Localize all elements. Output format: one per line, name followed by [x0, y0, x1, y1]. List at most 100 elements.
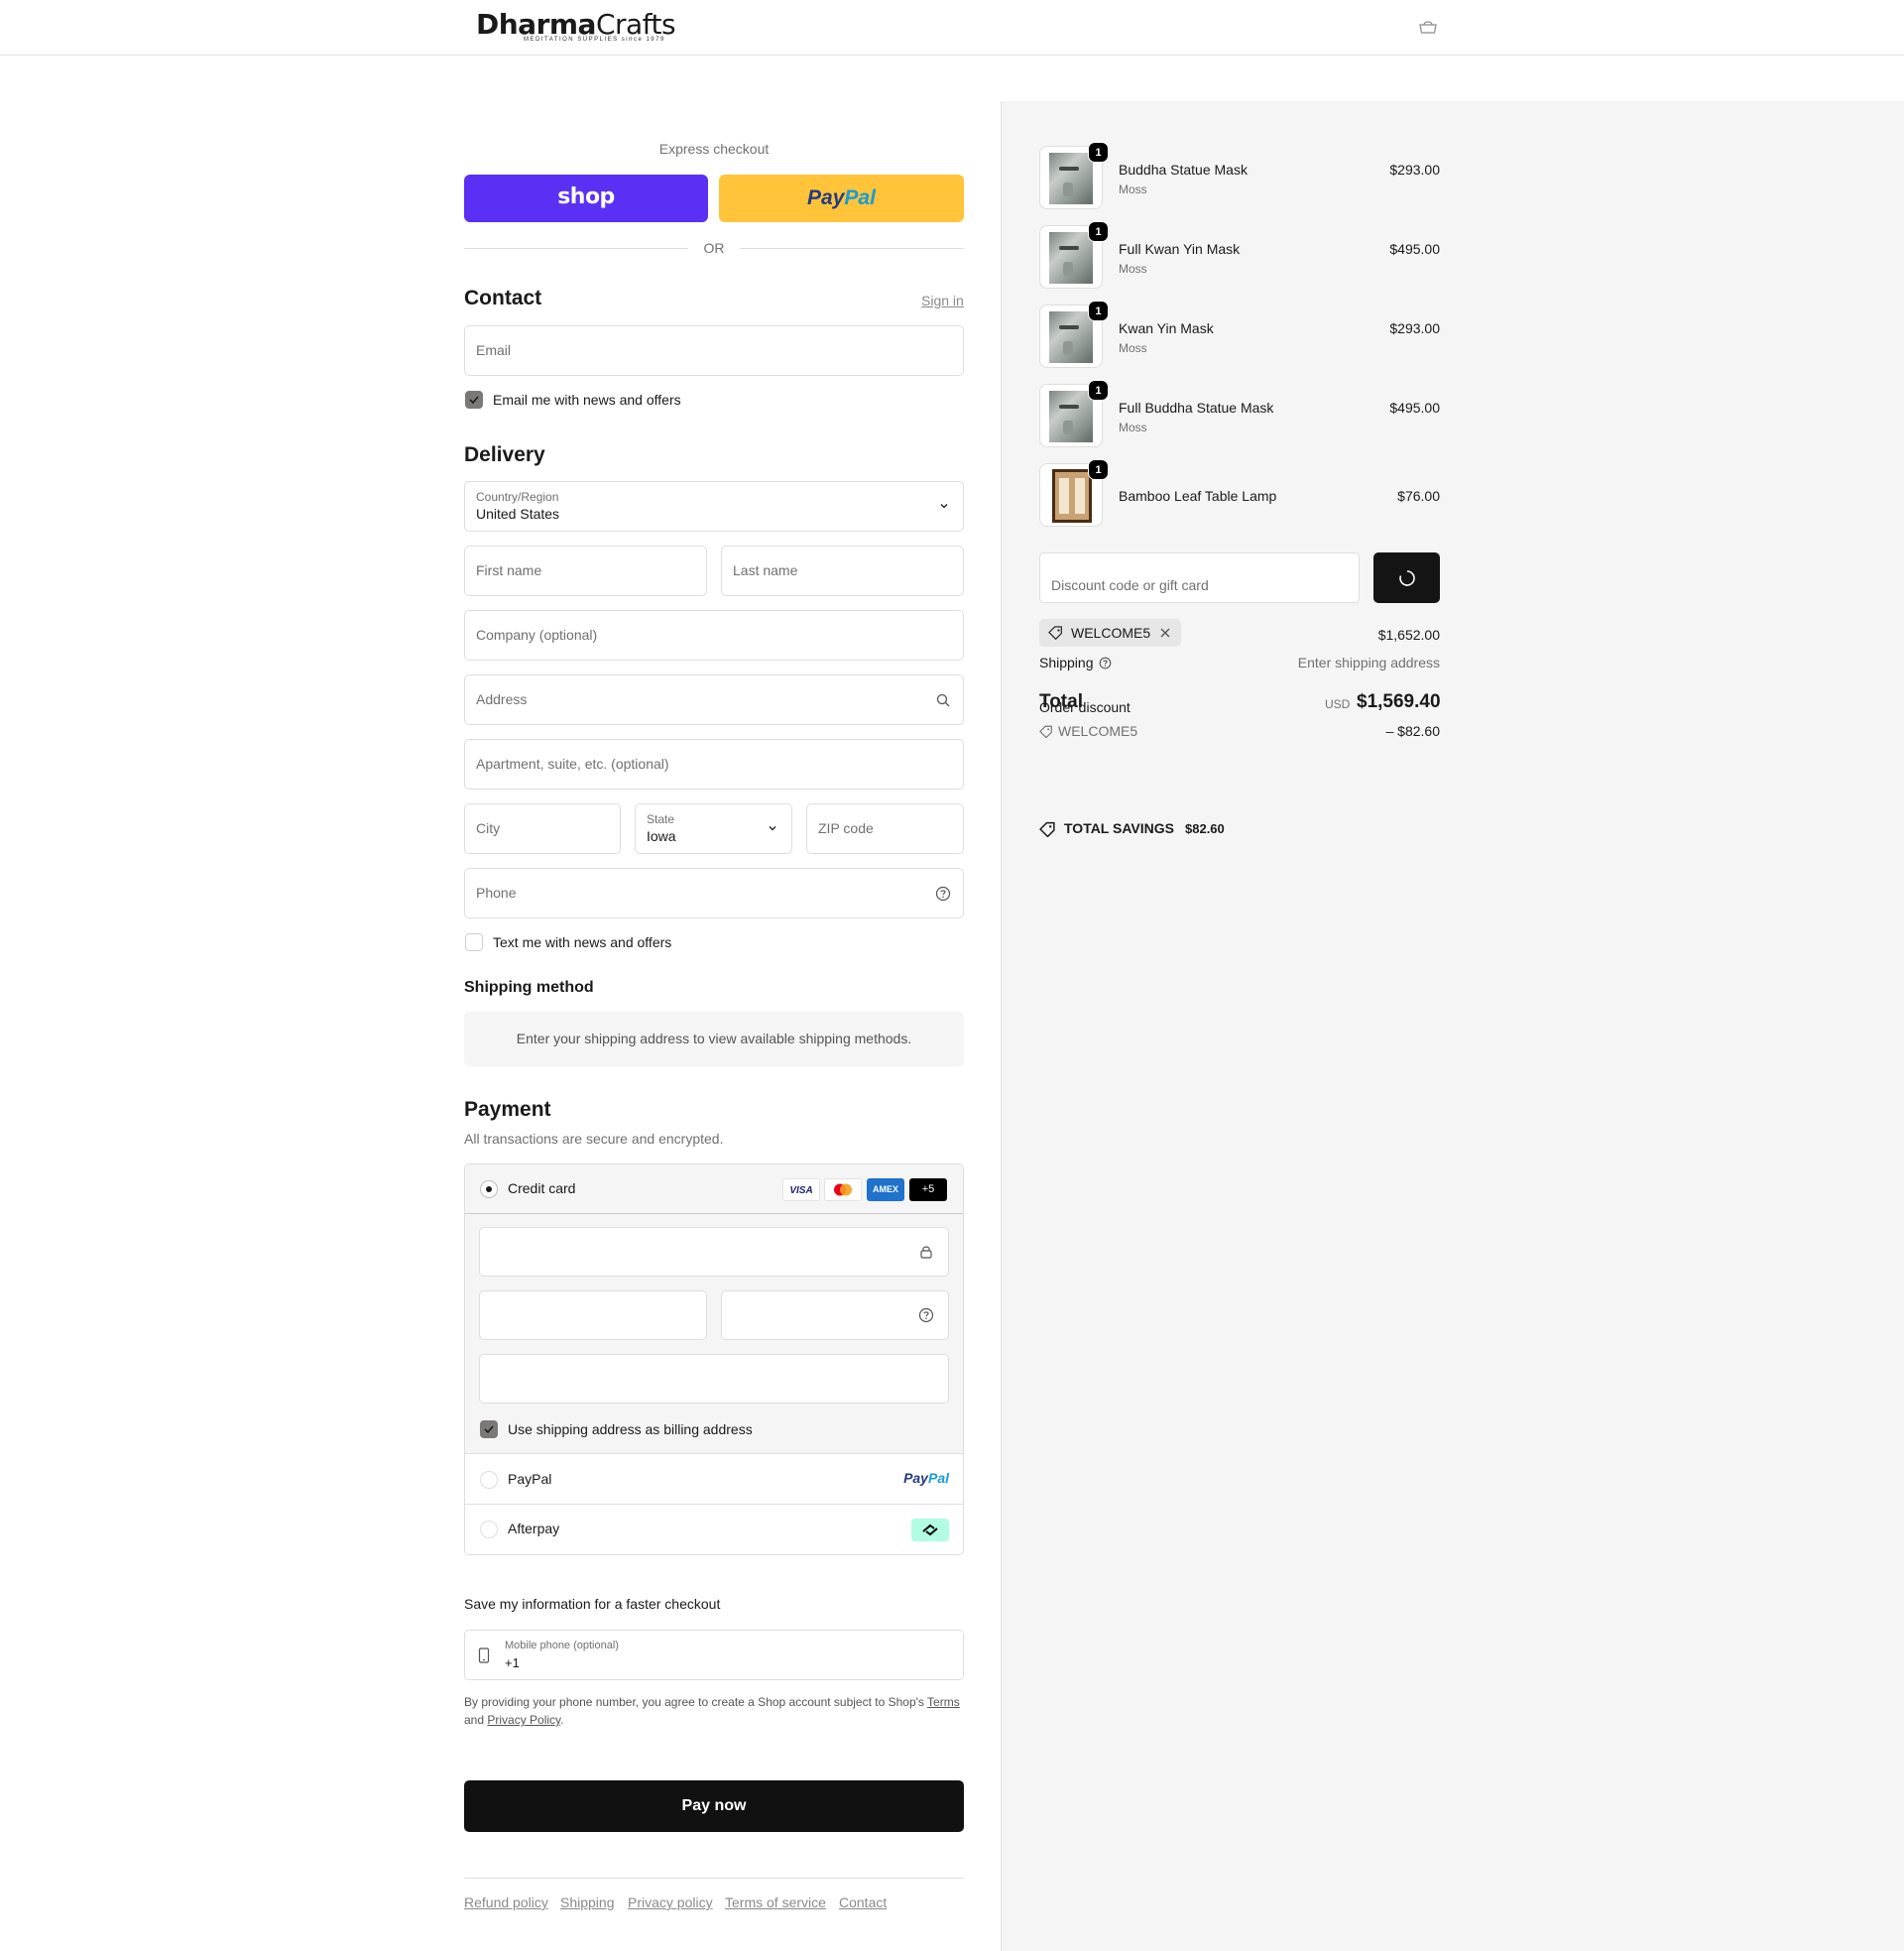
paypal-express-button[interactable]: PayPal [719, 175, 964, 222]
expiry-field[interactable] [479, 1290, 707, 1340]
currency-code: USD [1325, 697, 1351, 711]
pay-now-button[interactable]: Pay now [464, 1780, 964, 1832]
email-field[interactable]: Email [464, 325, 964, 376]
mobile-phone-field[interactable]: Mobile phone (optional) +1 [464, 1630, 964, 1680]
bag-icon[interactable] [1418, 20, 1438, 34]
total-amount: $1,569.40 [1357, 691, 1441, 712]
store-logo[interactable]: DharmaCrafts MEDITATION SUPPLIES since 1… [476, 10, 676, 44]
payment-subtitle: All transactions are secure and encrypte… [464, 1131, 724, 1147]
site-header: DharmaCrafts MEDITATION SUPPLIES since 1… [0, 0, 1904, 56]
item-price: $495.00 [1389, 241, 1440, 257]
shipping-label: Shipping [1039, 655, 1094, 671]
last-name-placeholder: Last name [733, 562, 798, 578]
refund-policy-link[interactable]: Refund policy [464, 1894, 548, 1910]
card-number-field[interactable] [479, 1227, 949, 1277]
terms-link[interactable]: Terms [927, 1695, 960, 1709]
tag-icon [1048, 626, 1062, 640]
payment-methods: Credit card VISA AMEX +5 Use shipping ad… [464, 1163, 964, 1555]
credit-card-radio[interactable] [480, 1180, 498, 1198]
paypal-option[interactable]: PayPal PayPal [465, 1455, 963, 1505]
city-field[interactable]: City [464, 803, 621, 854]
address-placeholder: Address [476, 691, 528, 707]
afterpay-label: Afterpay [508, 1521, 560, 1536]
privacy-policy-link[interactable]: Privacy Policy [487, 1713, 560, 1727]
quantity-badge: 1 [1088, 380, 1109, 401]
email-placeholder: Email [476, 342, 512, 358]
city-placeholder: City [476, 820, 501, 836]
text-news-checkbox[interactable] [465, 933, 483, 951]
zip-field[interactable]: ZIP code [806, 803, 964, 854]
terms-of-service-link[interactable]: Terms of service [725, 1894, 826, 1910]
first-name-placeholder: First name [476, 562, 542, 578]
close-icon[interactable] [1159, 627, 1171, 639]
discount-amount: – $82.60 [1385, 723, 1441, 739]
afterpay-option[interactable]: Afterpay [465, 1505, 963, 1554]
security-code-field[interactable] [721, 1290, 949, 1340]
item-variant: Moss [1119, 341, 1147, 355]
state-select[interactable]: State Iowa [635, 803, 792, 854]
state-value: Iowa [647, 828, 676, 844]
visa-icon: VISA [782, 1178, 820, 1201]
apartment-placeholder: Apartment, suite, etc. (optional) [476, 756, 669, 772]
divider-right [740, 248, 964, 249]
item-name: Full Kwan Yin Mask [1119, 241, 1241, 257]
or-divider-text: OR [703, 240, 725, 256]
discount-code-line: WELCOME5 [1058, 723, 1138, 739]
country-select[interactable]: Country/Region United States [464, 481, 964, 532]
shipping-method-note: Enter your shipping address to view avai… [464, 1012, 964, 1066]
check-icon [469, 396, 479, 405]
logo-tagline: MEDITATION SUPPLIES since 1979 [524, 37, 665, 43]
help-icon[interactable] [935, 886, 951, 902]
paypal-logo: PayPal [903, 1470, 949, 1486]
paypal-radio[interactable] [480, 1471, 498, 1489]
save-info-heading: Save my information for a faster checkou… [464, 1596, 721, 1612]
first-name-field[interactable]: First name [464, 546, 707, 596]
discount-code-field[interactable]: Discount code or gift card [1039, 552, 1360, 603]
subtotal-value: $1,652.00 [1377, 627, 1440, 643]
shop-pay-button[interactable]: shop [464, 175, 708, 222]
billing-same-checkbox[interactable] [480, 1420, 498, 1438]
shipping-policy-link[interactable]: Shipping [560, 1894, 615, 1910]
zip-placeholder: ZIP code [818, 820, 874, 836]
last-name-field[interactable]: Last name [721, 546, 964, 596]
afterpay-logo-icon [911, 1519, 949, 1541]
paypal-logo-pay: Pay [807, 186, 845, 209]
more-cards-badge: +5 [909, 1178, 947, 1201]
chevron-down-icon [940, 504, 948, 509]
help-icon[interactable] [918, 1307, 934, 1323]
item-price: $495.00 [1389, 400, 1440, 416]
mastercard-icon [824, 1178, 862, 1201]
email-news-label: Email me with news and offers [493, 392, 681, 408]
help-icon[interactable] [1099, 657, 1112, 670]
company-placeholder: Company (optional) [476, 627, 598, 643]
phone-placeholder: Phone [476, 885, 517, 901]
shop-legal-text: By providing your phone number, you agre… [464, 1695, 960, 1727]
credit-card-form: Use shipping address as billing address [465, 1214, 963, 1454]
shipping-value: Enter shipping address [1297, 655, 1440, 671]
afterpay-radio[interactable] [480, 1521, 498, 1538]
tag-icon [1039, 821, 1055, 837]
mobile-phone-icon [478, 1647, 490, 1663]
address-field[interactable]: Address [464, 674, 964, 725]
express-checkout-label: Express checkout [658, 141, 770, 157]
email-news-checkbox[interactable] [465, 391, 483, 409]
item-price: $293.00 [1389, 320, 1440, 336]
phone-field[interactable]: Phone [464, 868, 964, 918]
item-variant: Moss [1119, 262, 1147, 276]
credit-card-option[interactable]: Credit card VISA AMEX +5 [465, 1164, 963, 1214]
name-on-card-field[interactable] [479, 1354, 949, 1403]
quantity-badge: 1 [1088, 142, 1109, 163]
divider-left [464, 248, 688, 249]
privacy-policy-footer-link[interactable]: Privacy policy [628, 1894, 713, 1910]
sign-in-link[interactable]: Sign in [921, 293, 964, 308]
discount-code-placeholder: Discount code or gift card [1051, 577, 1209, 593]
item-price: $293.00 [1389, 162, 1440, 178]
apartment-field[interactable]: Apartment, suite, etc. (optional) [464, 739, 964, 790]
contact-link[interactable]: Contact [839, 1894, 887, 1910]
company-field[interactable]: Company (optional) [464, 610, 964, 661]
country-label: Country/Region [476, 490, 559, 504]
item-price: $76.00 [1397, 488, 1440, 504]
text-news-label: Text me with news and offers [493, 934, 672, 950]
apply-discount-button[interactable] [1373, 552, 1440, 603]
total-savings-label: TOTAL SAVINGS [1064, 820, 1174, 836]
